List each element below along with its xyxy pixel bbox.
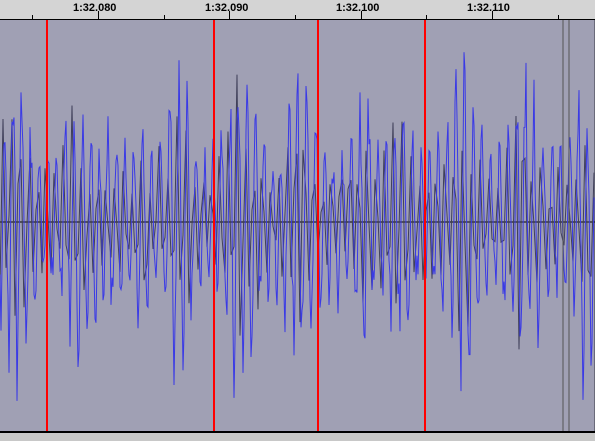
audio-track[interactable]: [0, 20, 595, 431]
ruler-tick: [32, 15, 33, 19]
timeline-ruler[interactable]: 1:32.080 1:32.090 1:32.100 1:32.110: [0, 0, 595, 20]
ruler-tick: [492, 11, 493, 19]
ruler-label: 1:32.110: [467, 2, 510, 14]
ruler-tick: [361, 11, 362, 19]
ruler-tick: [558, 15, 559, 19]
ruler-label: 1:32.100: [336, 2, 380, 14]
ruler-tick: [295, 15, 296, 19]
ruler-tick: [164, 15, 165, 19]
waveform-canvas[interactable]: [0, 20, 595, 431]
ruler-tick: [229, 11, 230, 19]
ruler-tick: [426, 15, 427, 19]
ruler-label: 1:32.080: [73, 2, 117, 14]
ruler-tick: [98, 11, 99, 19]
ruler-label: 1:32.090: [205, 2, 249, 14]
track-bottom-border: [0, 431, 595, 441]
